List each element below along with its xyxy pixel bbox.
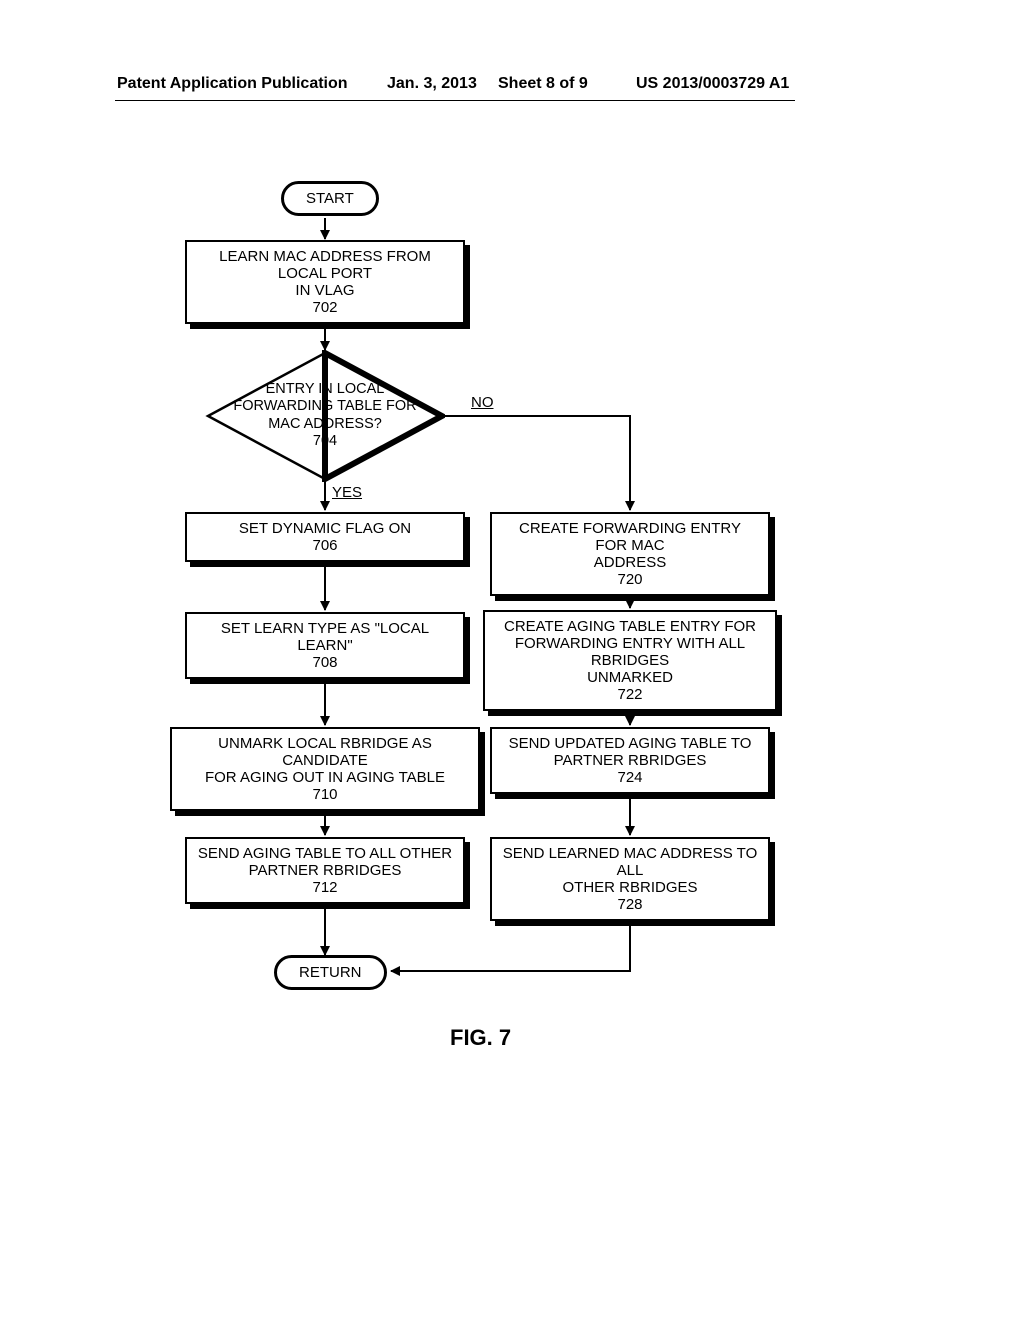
hdr-sheet: Sheet 8 of 9: [498, 75, 588, 93]
start-label: START: [306, 190, 354, 207]
node-724: SEND UPDATED AGING TABLE TO PARTNER RBRI…: [490, 727, 770, 794]
n702-l1: LEARN MAC ADDRESS FROM LOCAL PORT: [219, 248, 431, 282]
n722-l2: FORWARDING ENTRY WITH ALL RBRIDGES: [515, 635, 745, 669]
edge-yes-label: YES: [332, 484, 362, 501]
figure-label: FIG. 7: [450, 1025, 511, 1051]
node-722: CREATE AGING TABLE ENTRY FOR FORWARDING …: [483, 610, 777, 711]
edge-no-label: NO: [471, 394, 494, 411]
hdr-date: Jan. 3, 2013: [387, 75, 477, 93]
n724-l1: SEND UPDATED AGING TABLE TO: [509, 735, 752, 752]
node-706: SET DYNAMIC FLAG ON 706: [185, 512, 465, 562]
n710-l1: UNMARK LOCAL RBRIDGE AS CANDIDATE: [218, 735, 432, 769]
n708-l2: 708: [312, 654, 337, 671]
n724-l3: 724: [617, 769, 642, 786]
n706-l1: SET DYNAMIC FLAG ON: [239, 520, 411, 537]
node-710: UNMARK LOCAL RBRIDGE AS CANDIDATE FOR AG…: [170, 727, 480, 811]
n712-l3: 712: [312, 879, 337, 896]
return-label: RETURN: [299, 964, 362, 981]
node-720: CREATE FORWARDING ENTRY FOR MAC ADDRESS …: [490, 512, 770, 596]
d704-l3: MAC ADDRESS?: [268, 416, 382, 432]
n722-l4: 722: [617, 686, 642, 703]
d704-l1: ENTRY IN LOCAL: [266, 381, 385, 397]
n728-l2: OTHER RBRIDGES: [562, 879, 697, 896]
hdr-docnum: US 2013/0003729 A1: [636, 75, 789, 93]
node-start: START: [281, 181, 379, 216]
n712-l1: SEND AGING TABLE TO ALL OTHER: [198, 845, 452, 862]
n720-l2: ADDRESS: [594, 554, 667, 571]
n702-l2: IN VLAG: [295, 282, 354, 299]
node-728: SEND LEARNED MAC ADDRESS TO ALL OTHER RB…: [490, 837, 770, 921]
n720-l1: CREATE FORWARDING ENTRY FOR MAC: [519, 520, 741, 554]
n728-l1: SEND LEARNED MAC ADDRESS TO ALL: [503, 845, 758, 879]
n710-l3: 710: [312, 786, 337, 803]
hdr-pub: Patent Application Publication: [117, 75, 348, 93]
d704-l2: FORWARDING TABLE FOR: [233, 399, 416, 415]
n728-l3: 728: [617, 896, 642, 913]
d704-l4: 704: [313, 433, 337, 449]
n720-l3: 720: [617, 571, 642, 588]
n702-l3: 702: [312, 299, 337, 316]
n708-l1: SET LEARN TYPE AS "LOCAL LEARN": [221, 620, 429, 654]
node-704-decision: ENTRY IN LOCAL FORWARDING TABLE FOR MAC …: [205, 350, 445, 482]
node-708: SET LEARN TYPE AS "LOCAL LEARN" 708: [185, 612, 465, 679]
node-return: RETURN: [274, 955, 387, 990]
n712-l2: PARTNER RBRIDGES: [249, 862, 402, 879]
node-702: LEARN MAC ADDRESS FROM LOCAL PORT IN VLA…: [185, 240, 465, 324]
n724-l2: PARTNER RBRIDGES: [554, 752, 707, 769]
n706-l2: 706: [312, 537, 337, 554]
n722-l1: CREATE AGING TABLE ENTRY FOR: [504, 618, 756, 635]
n722-l3: UNMARKED: [587, 669, 673, 686]
node-712: SEND AGING TABLE TO ALL OTHER PARTNER RB…: [185, 837, 465, 904]
header-divider: [115, 100, 795, 101]
n710-l2: FOR AGING OUT IN AGING TABLE: [205, 769, 445, 786]
